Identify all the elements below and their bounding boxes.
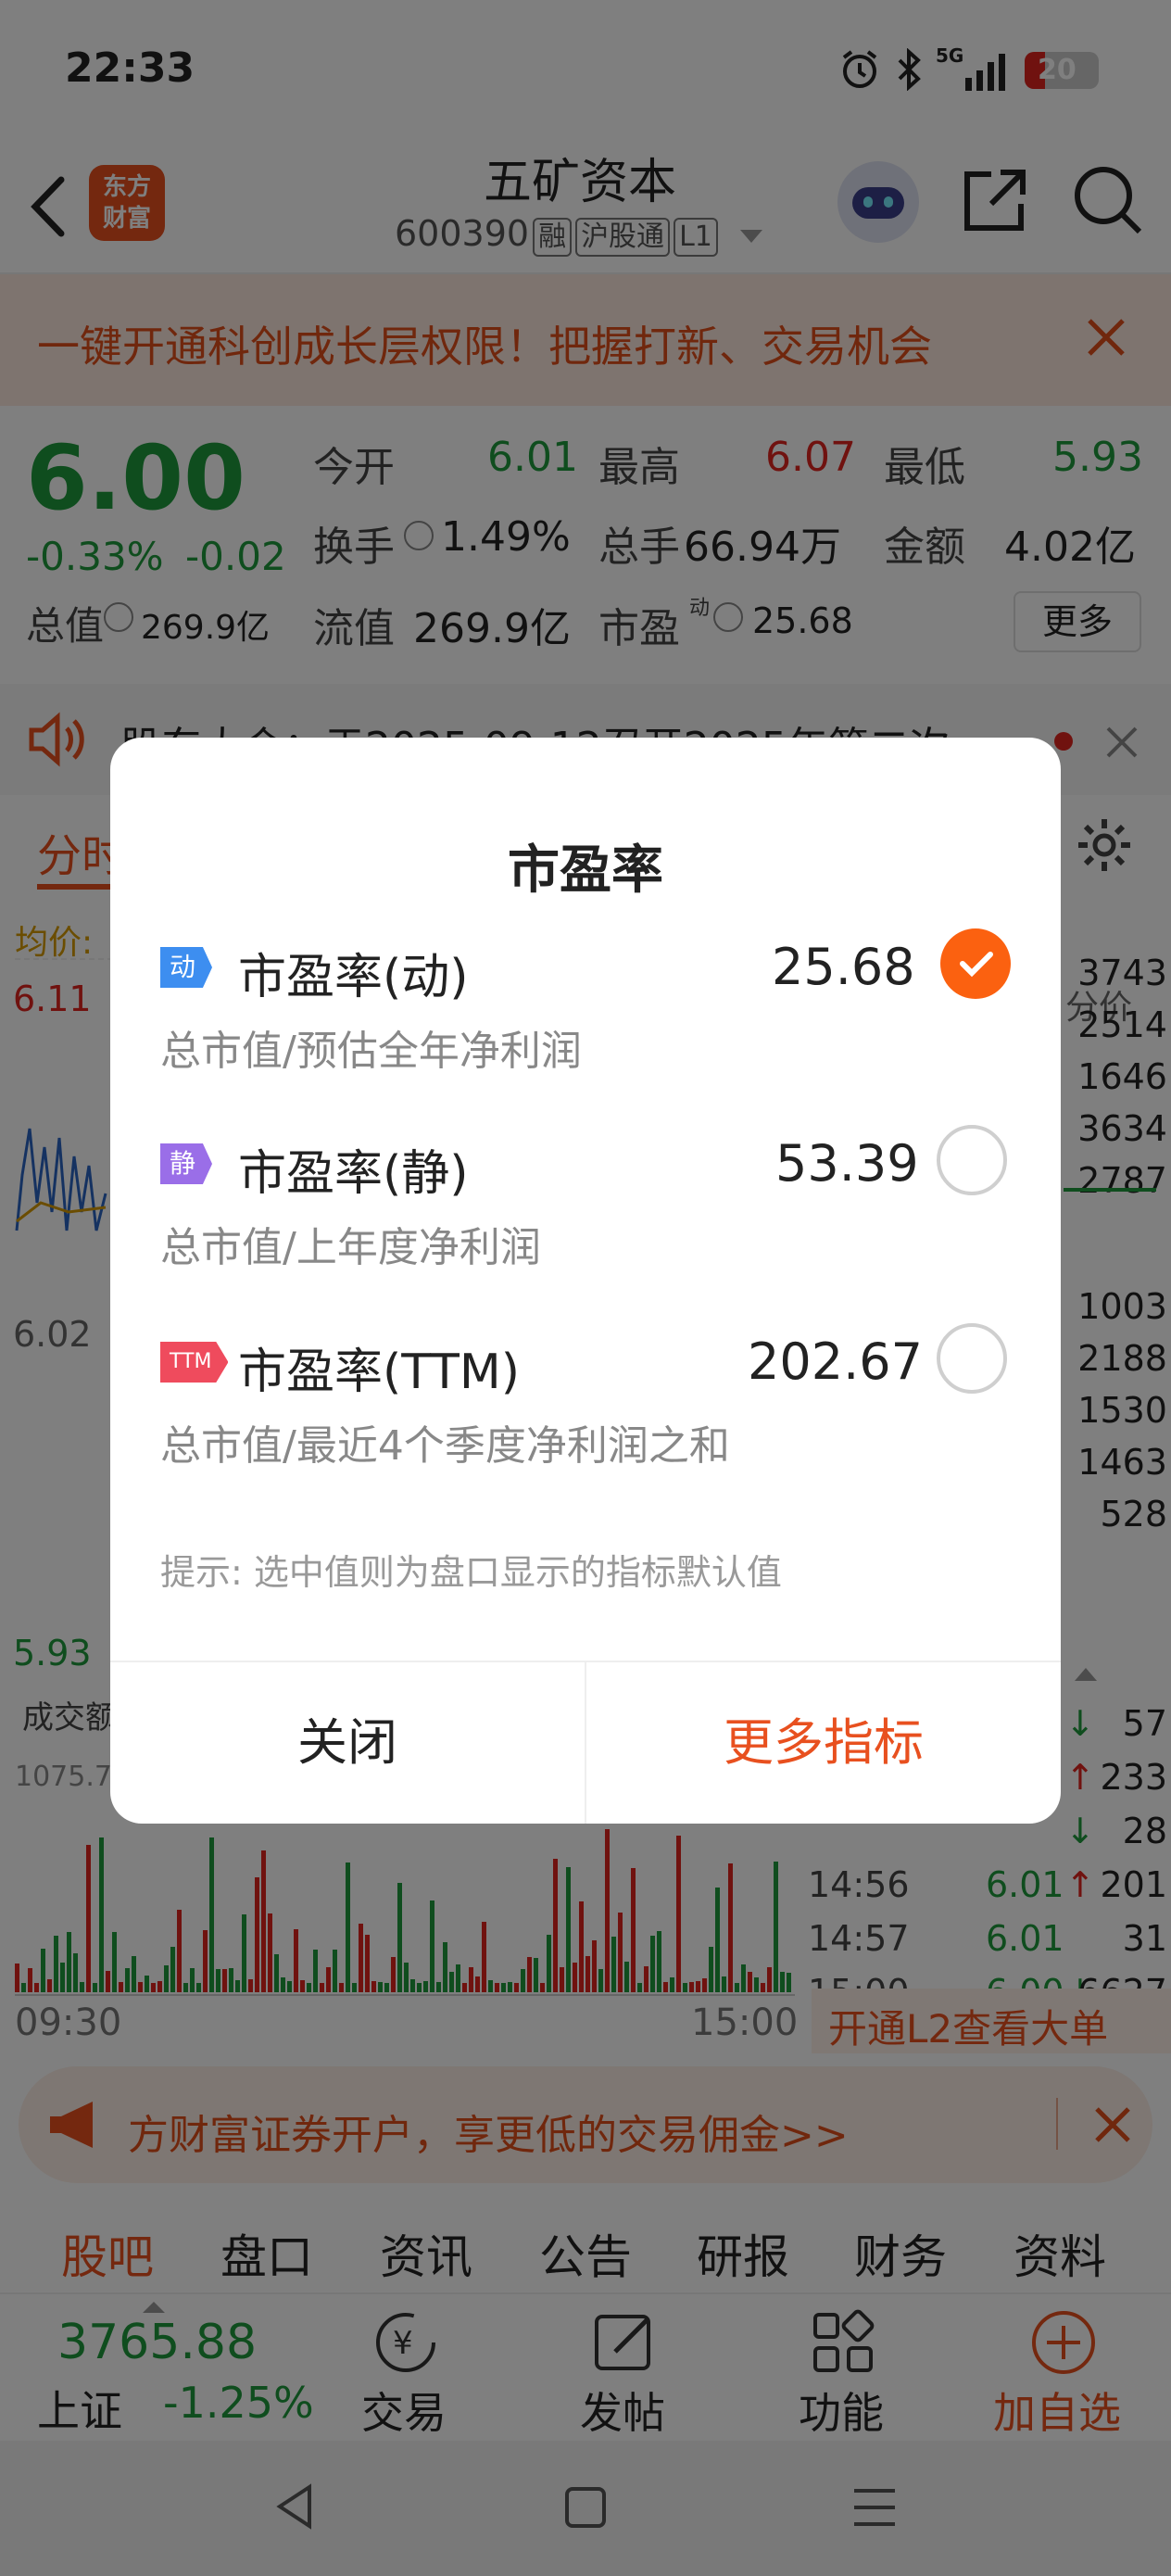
pe-dialog: 市盈率 动 市盈率(动) 25.68 总市值/预估全年净利润 静 市盈率(静) … [110, 738, 1061, 1824]
dialog-title: 市盈率 [508, 840, 663, 901]
option-desc: 总市值/预估全年净利润 [160, 1028, 582, 1075]
close-button[interactable]: 关闭 [110, 1662, 585, 1824]
option-desc: 总市值/上年度净利润 [160, 1224, 541, 1271]
badge-ttm: TTM [160, 1342, 229, 1383]
option-name: 市盈率(TTM) [238, 1345, 521, 1400]
option-desc: 总市值/最近4个季度净利润之和 [160, 1422, 730, 1470]
option-pe-static[interactable]: 静 市盈率(静) 53.39 总市值/上年度净利润 [110, 1125, 1061, 1312]
option-name: 市盈率(动) [238, 950, 469, 1005]
unchecked-radio-icon[interactable] [937, 1323, 1007, 1394]
more-indicators-button[interactable]: 更多指标 [586, 1662, 1061, 1824]
dialog-hint: 提示: 选中值则为盘口显示的指标默认值 [160, 1552, 782, 1593]
option-pe-ttm[interactable]: TTM 市盈率(TTM) 202.67 总市值/最近4个季度净利润之和 [110, 1323, 1061, 1510]
option-value: 53.39 [775, 1134, 919, 1193]
option-name: 市盈率(静) [238, 1146, 469, 1202]
checked-radio-icon[interactable] [940, 928, 1011, 999]
badge-dynamic: 动 [160, 947, 213, 988]
option-pe-dynamic[interactable]: 动 市盈率(动) 25.68 总市值/预估全年净利润 [110, 928, 1061, 1114]
option-value: 202.67 [748, 1332, 923, 1391]
badge-static: 静 [160, 1143, 213, 1184]
unchecked-radio-icon[interactable] [937, 1125, 1007, 1195]
